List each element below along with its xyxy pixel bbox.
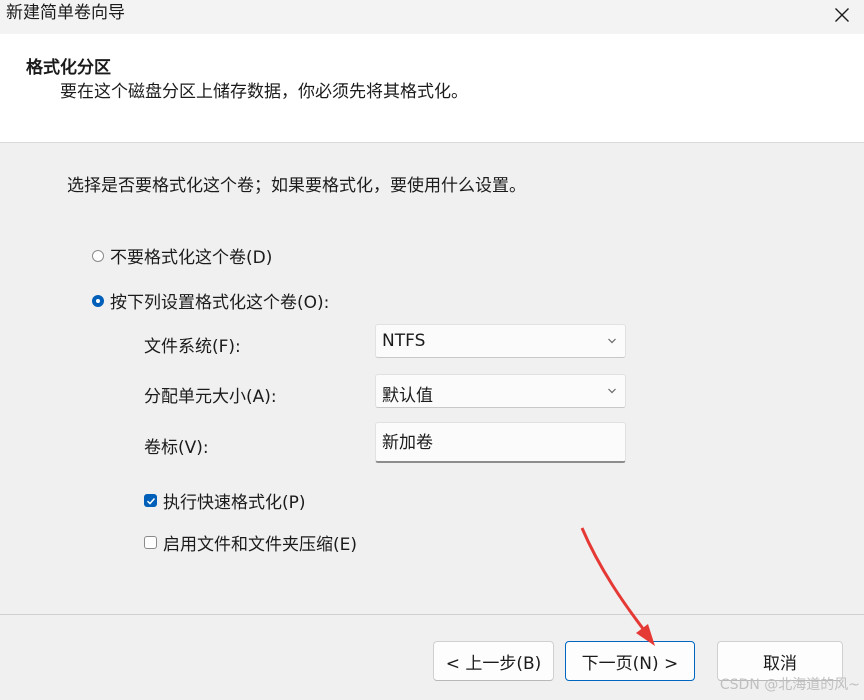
radio-label: 按下列设置格式化这个卷(O): [110,293,330,313]
window-title: 新建简单卷向导 [6,3,125,23]
chevron-down-icon [608,388,616,394]
compression-option[interactable]: 启用文件和文件夹压缩(E) [144,530,357,555]
allocation-unit-value: 默认值 [382,386,433,406]
wizard-header: 格式化分区 要在这个磁盘分区上储存数据，你必须先将其格式化。 [0,34,864,143]
title-bar: 新建简单卷向导 [0,0,864,34]
volume-label-label: 卷标(V): [144,438,209,458]
allocation-unit-dropdown[interactable]: 默认值 [375,374,626,408]
allocation-unit-label: 分配单元大小(A): [144,387,277,407]
radio-label: 不要格式化这个卷(D) [110,248,273,268]
radio-format[interactable]: 按下列设置格式化这个卷(O): [92,288,329,313]
radio-button[interactable] [92,249,104,262]
instruction-text: 选择是否要格式化这个卷；如果要格式化，要使用什么设置。 [67,176,526,196]
volume-label-input[interactable]: 新加卷 [375,422,626,463]
wizard-content: 选择是否要格式化这个卷；如果要格式化，要使用什么设置。 不要格式化这个卷(D) … [0,143,864,613]
quick-format-checkbox[interactable] [144,494,157,507]
volume-label-value: 新加卷 [382,433,433,453]
checkbox-label: 执行快速格式化(P) [163,493,306,513]
file-system-dropdown[interactable]: NTFS [375,324,626,358]
back-button[interactable]: < 上一步(B) [433,641,554,681]
checkmark-icon [146,497,155,505]
file-system-value: NTFS [382,331,426,351]
watermark: CSDN @北海道的风~ [719,677,860,693]
next-button[interactable]: 下一页(N) > [565,641,695,681]
page-subtitle: 要在这个磁盘分区上储存数据，你必须先将其格式化。 [60,82,468,102]
close-icon [835,8,849,22]
checkbox-label: 启用文件和文件夹压缩(E) [163,535,358,555]
chevron-down-icon [608,338,616,344]
radio-no-format[interactable]: 不要格式化这个卷(D) [92,243,272,268]
file-system-label: 文件系统(F): [144,337,241,357]
quick-format-option[interactable]: 执行快速格式化(P) [144,488,306,513]
page-title: 格式化分区 [26,58,111,78]
compression-checkbox[interactable] [144,536,157,549]
close-button[interactable] [820,0,864,30]
radio-button-checked[interactable] [92,294,104,307]
